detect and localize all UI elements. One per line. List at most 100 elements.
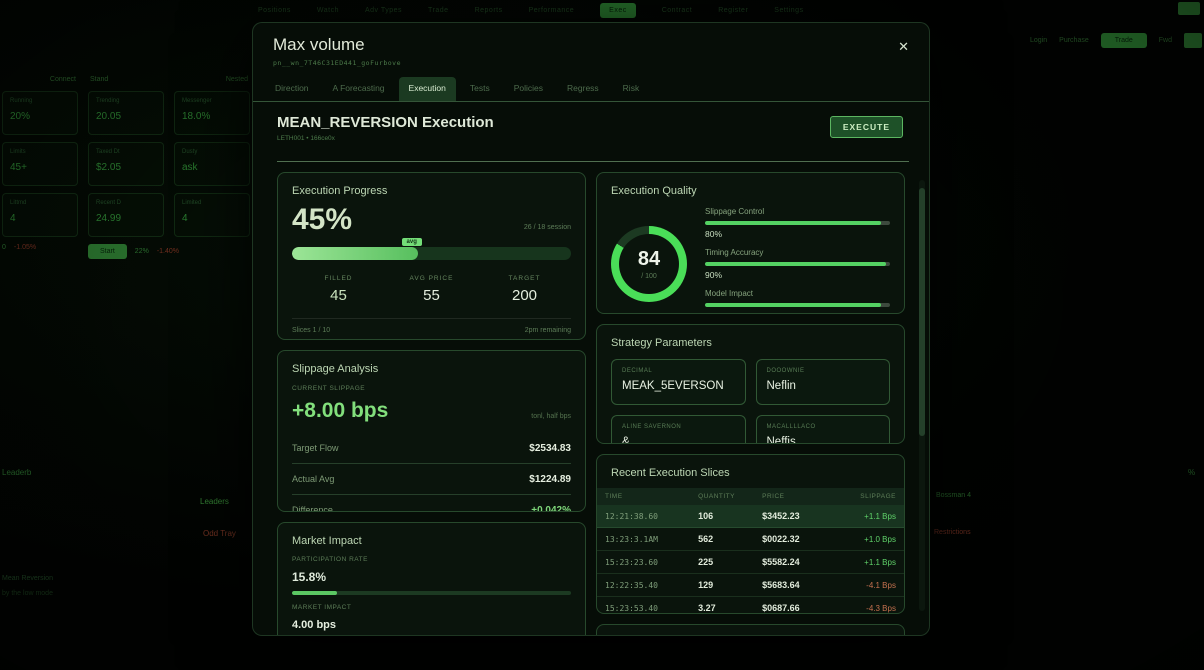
- nav-item[interactable]: Exec: [600, 3, 636, 18]
- parameter-field[interactable]: DOOOWNIENeflin: [756, 359, 891, 405]
- nav-item[interactable]: Watch: [317, 7, 339, 14]
- execute-button[interactable]: EXECUTE: [830, 116, 903, 138]
- modal-tabbar: DirectionA ForecastingExecutionTestsPoli…: [253, 71, 929, 102]
- tab-execution[interactable]: Execution: [399, 77, 456, 101]
- progress-marker-badge: avg: [402, 238, 422, 246]
- cell-time: 12:21:38.60: [605, 512, 698, 521]
- metric-bar-fill: [705, 303, 881, 307]
- cell-quantity: 129: [698, 580, 762, 590]
- card-value: $2.05: [96, 162, 156, 173]
- table-row[interactable]: 12:21:38.60106$3452.23+1.1 Bps: [597, 505, 904, 528]
- card-label: Trending: [96, 98, 156, 104]
- slippage-rows: Target Flow$2534.83Actual Avg$1224.89Dif…: [292, 433, 571, 512]
- field-label: MACALLLLACO: [767, 424, 880, 430]
- row-label: Actual Avg: [292, 474, 334, 485]
- background-text: Odd Tray: [203, 529, 236, 538]
- cell-slippage: +1.1 Bps: [841, 512, 896, 521]
- scrollbar-thumb[interactable]: [919, 188, 925, 436]
- cell-price: $0022.32: [762, 534, 841, 544]
- card-label: Recent D: [96, 200, 156, 206]
- background-text: Restrictions: [934, 529, 971, 536]
- metric-bar: [705, 303, 890, 307]
- field-value: &: [622, 436, 735, 444]
- close-icon[interactable]: ✕: [898, 39, 909, 55]
- background-stat-card: Messenger18.0%: [174, 91, 250, 135]
- cell-slippage: -4.1 Bps: [841, 581, 896, 590]
- nav-item[interactable]: Settings: [774, 7, 803, 14]
- cell-price: $5582.24: [762, 557, 841, 567]
- quality-metric: Timing Accuracy90%: [705, 248, 890, 280]
- right-column: Execution Quality 84 / 100 Slippage Cont…: [596, 172, 905, 636]
- column-header: QUANTITY: [698, 493, 762, 500]
- subnav-item[interactable]: Login: [1030, 37, 1047, 44]
- tab-policies[interactable]: Policies: [504, 77, 553, 101]
- subnav-item[interactable]: Purchase: [1059, 37, 1089, 44]
- cell-quantity: 106: [698, 511, 762, 521]
- background-column-footer: Start22%-1.40%: [88, 244, 164, 259]
- progress-stat: AVG PRICE55: [385, 275, 478, 304]
- card-label: Limits: [10, 149, 70, 155]
- tab-regress[interactable]: Regress: [557, 77, 609, 101]
- background-column-header: Stand: [90, 76, 162, 83]
- quality-score-gauge: 84 / 100: [611, 226, 687, 302]
- nav-item[interactable]: Register: [718, 7, 748, 14]
- tab-tests[interactable]: Tests: [460, 77, 500, 101]
- page-subtitle: LETH001 • 166ce0x: [277, 135, 909, 142]
- background-footer-button[interactable]: Start: [88, 244, 127, 259]
- card-value: 18.0%: [182, 111, 242, 122]
- subnav-item[interactable]: Fwd: [1159, 37, 1172, 44]
- nav-item[interactable]: Performance: [529, 7, 575, 14]
- nav-corner-button[interactable]: [1178, 2, 1200, 15]
- recent-slices-panel: Recent Execution Slices TIMEQUANTITYPRIC…: [596, 454, 905, 614]
- cell-slippage: +1.0 Bps: [841, 535, 896, 544]
- modal-subtitle: pn__wn_7T46C31ED441_goFurbove: [273, 59, 909, 67]
- quality-metric: Model Impact90%: [705, 289, 890, 314]
- panel-columns: Execution Progress 45% 26 / 18 session a…: [277, 172, 909, 636]
- execution-modal: Max volume pn__wn_7T46C31ED441_goFurbove…: [252, 22, 930, 636]
- tab-risk[interactable]: Risk: [613, 77, 650, 101]
- nav-item[interactable]: Positions: [258, 7, 291, 14]
- tab-a-forecasting[interactable]: A Forecasting: [323, 77, 395, 101]
- quality-score-max: / 100: [641, 273, 657, 280]
- table-row[interactable]: 12:22:35.40129$5683.64-4.1 Bps: [597, 574, 904, 597]
- stat-label: TARGET: [478, 275, 571, 282]
- table-row[interactable]: 15:23:53.403.27$0687.66-4.3 Bps: [597, 597, 904, 614]
- background-column-header: Nested: [176, 76, 248, 83]
- card-value: 4: [10, 213, 70, 224]
- parameter-field[interactable]: ALINE SAVERNON&: [611, 415, 746, 444]
- field-value: Neffis: [767, 436, 880, 444]
- cell-quantity: 3.27: [698, 603, 762, 613]
- metric-label: Model Impact: [705, 289, 890, 298]
- tab-direction[interactable]: Direction: [265, 77, 319, 101]
- nav-item[interactable]: Trade: [428, 7, 449, 14]
- nav-item[interactable]: Adv Types: [365, 7, 402, 14]
- content-header: MEAN_REVERSION Execution LETH001 • 166ce…: [277, 114, 909, 152]
- background-stat-columns: ConnectRunning20%Limits45+Littmd40-1.05%…: [2, 72, 250, 259]
- parameter-field[interactable]: MACALLLLACO Neffis: [756, 415, 891, 444]
- nav-item[interactable]: Contract: [662, 7, 692, 14]
- panel-title: Execution Progress: [292, 185, 571, 197]
- parameter-field[interactable]: DECIMALMEAK_5EVERSON: [611, 359, 746, 405]
- panel-title: Execution Quality: [611, 185, 890, 197]
- strategy-parameters-panel: Strategy Parameters DECIMALMEAK_5EVERSON…: [596, 324, 905, 444]
- row-value: +0.042%: [531, 505, 571, 512]
- cell-quantity: 562: [698, 534, 762, 544]
- table-row[interactable]: 15:23:23.60225$5582.24+1.1 Bps: [597, 551, 904, 574]
- slippage-row: Target Flow$2534.83: [292, 433, 571, 464]
- table-row[interactable]: 13:23:3.1AM562$0022.32+1.0 Bps: [597, 528, 904, 551]
- field-value: Neflin: [767, 380, 880, 392]
- row-label: Difference: [292, 505, 333, 512]
- divider: [292, 318, 571, 319]
- stat-value: 200: [478, 287, 571, 304]
- subnav-button[interactable]: Trade: [1101, 33, 1147, 48]
- nav-item[interactable]: Reports: [475, 7, 503, 14]
- participation-rate-value: 15.8%: [292, 570, 571, 584]
- market-impact-panel: Market Impact PARTICIPATION RATE 15.8% M…: [277, 522, 586, 636]
- cell-slippage: +1.1 Bps: [841, 558, 896, 567]
- card-value: ask: [182, 162, 242, 173]
- subnav-box-button[interactable]: [1184, 33, 1202, 48]
- progress-stat: FILLED45: [292, 275, 385, 304]
- background-column-header: Connect: [4, 76, 76, 83]
- stat-label: AVG PRICE: [385, 275, 478, 282]
- quality-metric: Slippage Control80%: [705, 207, 890, 239]
